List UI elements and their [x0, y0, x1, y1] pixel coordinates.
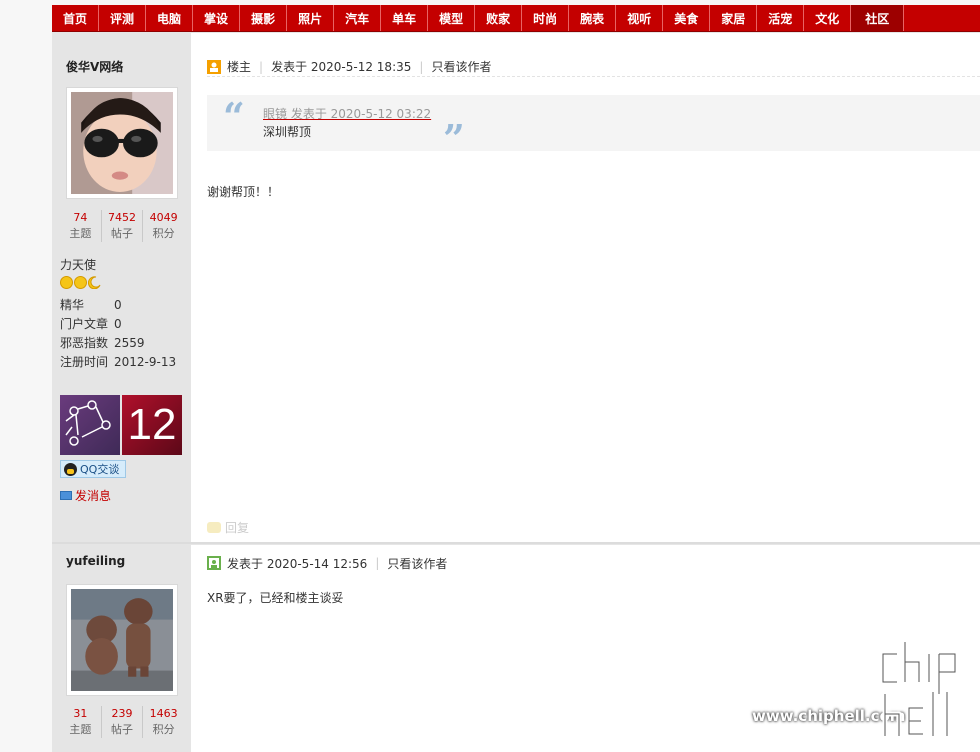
- author-stats: 31 主题 239 帖子 1463 积分: [60, 706, 184, 738]
- info-register-date: 注册时间 2012-9-13: [60, 355, 177, 369]
- stat-points[interactable]: 1463 积分: [143, 706, 184, 738]
- nav-item-13[interactable]: 美食: [663, 5, 711, 31]
- send-message-button[interactable]: 发消息: [60, 487, 111, 504]
- post-content: 楼主 | 发表于 2020-5-12 18:35 | 只看该作者 “ 眼镜 发表…: [191, 32, 980, 542]
- nav-item-1[interactable]: 评测: [99, 5, 147, 31]
- mail-icon: [60, 491, 72, 500]
- author-info: 精华 0 门户文章 0 邪恶指数 2559 注册时间 2012-9-13: [60, 296, 176, 372]
- avatar-figurines-image: [71, 589, 173, 691]
- nav-item-2[interactable]: 电脑: [146, 5, 194, 31]
- nav-item-8[interactable]: 模型: [428, 5, 476, 31]
- nav-item-16[interactable]: 文化: [804, 5, 852, 31]
- author-name[interactable]: yufeiling: [66, 554, 125, 568]
- post-1: 俊华V网络 74 主题 7452 帖子 4049 积分 力天使 精华 0 门户文…: [52, 32, 980, 542]
- post-body: XR要了，已经和楼主谈妥: [207, 591, 344, 605]
- nav-item-0[interactable]: 首页: [52, 5, 100, 31]
- top-navigation: 首页 评测 电脑 掌设 摄影 照片 汽车 单车 模型 败家 时尚 腕表 视听 美食 家居 活宠 文化 社区: [52, 5, 980, 32]
- author-sidebar: 俊华V网络 74 主题 7452 帖子 4049 积分 力天使 精华 0 门户文…: [52, 32, 191, 542]
- stat-posts[interactable]: 239 帖子: [102, 706, 144, 738]
- nav-item-12[interactable]: 视听: [616, 5, 664, 31]
- author-only-link[interactable]: 只看该作者: [387, 555, 447, 572]
- medal-number[interactable]: 12: [122, 395, 182, 455]
- post-body: 谢谢帮顶！！: [207, 185, 280, 199]
- quote-block: “ 眼镜 发表于 2020-5-12 03:22 深圳帮顶 ”: [207, 94, 980, 159]
- nav-item-11[interactable]: 腕表: [569, 5, 617, 31]
- user-group[interactable]: 力天使: [60, 256, 96, 273]
- nav-item-14[interactable]: 家居: [710, 5, 758, 31]
- author-name[interactable]: 俊华V网络: [66, 58, 123, 75]
- medals: 12: [60, 395, 182, 455]
- moon-icon: [88, 276, 101, 289]
- nav-item-17[interactable]: 社区: [851, 5, 905, 31]
- author-stats: 74 主题 7452 帖子 4049 积分: [60, 210, 184, 242]
- quote-text: 深圳帮顶: [263, 125, 312, 139]
- stat-posts[interactable]: 7452 帖子: [102, 210, 144, 242]
- nav-item-9[interactable]: 败家: [475, 5, 523, 31]
- nav-item-3[interactable]: 掌设: [193, 5, 241, 31]
- info-articles: 门户文章 0: [60, 317, 122, 331]
- post-time: 发表于 2020-5-14 12:56: [227, 556, 368, 571]
- nav-item-4[interactable]: 摄影: [240, 5, 288, 31]
- open-quote-icon: “: [223, 94, 245, 139]
- nav-item-7[interactable]: 单车: [381, 5, 429, 31]
- close-quote-icon: ”: [443, 116, 465, 161]
- stat-points[interactable]: 4049 积分: [143, 210, 184, 242]
- nav-item-10[interactable]: 时尚: [522, 5, 570, 31]
- author-avatar[interactable]: [66, 584, 178, 696]
- qq-icon: [64, 462, 77, 476]
- quote-meta-link[interactable]: 眼镜 发表于 2020-5-12 03:22: [263, 105, 431, 122]
- online-status-icon: [207, 556, 221, 570]
- author-avatar[interactable]: [66, 87, 178, 199]
- thread-starter-label: 楼主: [227, 60, 252, 74]
- author-sidebar: yufeiling 31 主题 239 帖子 1463 积分: [52, 544, 191, 752]
- info-evil-index: 邪恶指数 2559: [60, 336, 145, 350]
- smiley-icon: [60, 276, 73, 289]
- qq-chat-button[interactable]: QQ交谈: [60, 460, 127, 478]
- stat-threads[interactable]: 31 主题: [60, 706, 102, 738]
- smiley-icon: [74, 276, 87, 289]
- nav-item-15[interactable]: 活宠: [757, 5, 805, 31]
- chiphell-logo: chiphell: [880, 642, 958, 737]
- rank-icons: [60, 276, 101, 289]
- stat-threads[interactable]: 74 主题: [60, 210, 102, 242]
- post-header: 楼主 | 发表于 2020-5-12 18:35 | 只看该作者: [207, 57, 980, 77]
- thread-starter-icon: [207, 59, 221, 74]
- reply-button[interactable]: 回复: [207, 519, 249, 536]
- info-digest: 精华 0: [60, 298, 122, 312]
- reply-icon: [207, 522, 221, 533]
- nav-item-6[interactable]: 汽车: [334, 5, 382, 31]
- nav-item-5[interactable]: 照片: [287, 5, 335, 31]
- author-only-link[interactable]: 只看该作者: [431, 58, 491, 75]
- post-time: 发表于 2020-5-12 18:35: [271, 60, 412, 74]
- avatar-girl-image: [71, 92, 173, 194]
- post-header: 发表于 2020-5-14 12:56 | 只看该作者: [207, 553, 980, 573]
- medal-network-icon[interactable]: [60, 395, 120, 455]
